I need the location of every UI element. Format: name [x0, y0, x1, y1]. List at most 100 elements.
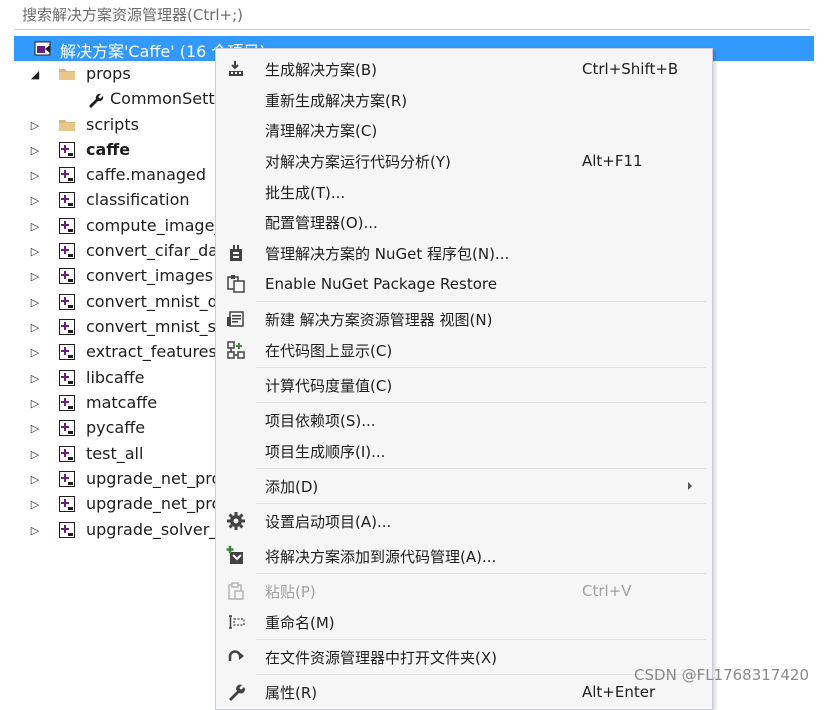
collapsed-arrow-icon[interactable]: ▷	[28, 523, 42, 537]
cpp-project-icon	[59, 192, 75, 208]
menu-item-run-code-analysis[interactable]: 对解决方案运行代码分析(Y) Alt+F11	[216, 146, 712, 176]
menu-item-enable-nuget-restore[interactable]: Enable NuGet Package Restore	[216, 269, 712, 299]
menu-item-show-on-code-map[interactable]: 在代码图上显示(C)	[216, 335, 712, 365]
cpp-project-icon	[59, 218, 75, 234]
tree-item-label: matcaffe	[86, 393, 158, 412]
collapsed-arrow-icon[interactable]: ▷	[28, 472, 42, 486]
collapsed-arrow-icon[interactable]: ▷	[28, 244, 42, 258]
cpp-project-icon	[59, 243, 75, 259]
menu-item-label: 设置启动项目(A)...	[265, 512, 392, 531]
menu-item-label: Enable NuGet Package Restore	[265, 275, 497, 293]
menu-item-label: 重新生成解决方案(R)	[265, 91, 408, 110]
menu-item-label: 新建 解决方案资源管理器 视图(N)	[265, 310, 493, 329]
cpp-project-icon	[59, 420, 75, 436]
wrench-icon	[229, 684, 245, 701]
collapsed-arrow-icon[interactable]: ▷	[28, 219, 42, 233]
cpp-project-icon	[59, 471, 75, 487]
folder-icon	[59, 120, 75, 131]
wrench-icon	[89, 93, 104, 108]
tree-item-label: caffe	[86, 140, 131, 159]
menu-item-label: 清理解决方案(C)	[265, 121, 378, 140]
menu-item-label: 在代码图上显示(C)	[265, 341, 393, 360]
menu-item-add[interactable]: 添加(D)	[216, 471, 712, 501]
source-control-icon	[226, 546, 243, 564]
cpp-project-icon	[59, 395, 75, 411]
menu-item-clean-solution[interactable]: 清理解决方案(C)	[216, 115, 712, 145]
menu-item-shortcut: Alt+F11	[582, 152, 643, 170]
cpp-project-icon	[59, 319, 75, 335]
menu-separator	[256, 639, 706, 640]
menu-item-paste[interactable]: 粘贴(P) Ctrl+V	[216, 576, 712, 606]
menu-item-label: 批生成(T)...	[265, 183, 346, 202]
menu-item-manage-nuget[interactable]: 管理解决方案的 NuGet 程序包(N)...	[216, 238, 712, 268]
menu-item-label: 在文件资源管理器中打开文件夹(X)	[265, 648, 497, 667]
menu-item-batch-build[interactable]: 批生成(T)...	[216, 177, 712, 207]
tree-item-label: convert_cifar_data	[86, 241, 235, 260]
tree-item-label: convert_images	[86, 266, 214, 285]
menu-item-label: 对解决方案运行代码分析(Y)	[265, 152, 451, 171]
nuget-icon	[230, 245, 242, 261]
tree-item-label: libcaffe	[86, 368, 145, 387]
collapsed-arrow-icon[interactable]: ▷	[28, 118, 42, 132]
new-view-icon	[227, 311, 244, 327]
tree-item-label: classification	[86, 190, 190, 209]
collapsed-arrow-icon[interactable]: ▷	[28, 269, 42, 283]
collapsed-arrow-icon[interactable]: ▷	[28, 143, 42, 157]
menu-item-configuration-manager[interactable]: 配置管理器(O)...	[216, 207, 712, 237]
menu-item-build-solution[interactable]: 生成解决方案(B) Ctrl+Shift+B	[216, 54, 712, 84]
menu-item-project-dependencies[interactable]: 项目依赖项(S)...	[216, 405, 712, 435]
collapsed-arrow-icon[interactable]: ▷	[28, 396, 42, 410]
collapsed-arrow-icon[interactable]: ▷	[28, 193, 42, 207]
menu-separator	[256, 367, 706, 368]
menu-item-rename[interactable]: 重命名(M)	[216, 607, 712, 637]
gear-icon	[227, 512, 245, 530]
collapsed-arrow-icon[interactable]: ▷	[28, 447, 42, 461]
collapsed-arrow-icon[interactable]: ▷	[28, 320, 42, 334]
menu-item-label: 计算代码度量值(C)	[265, 376, 393, 395]
menu-item-label: 项目生成顺序(I)...	[265, 442, 386, 461]
tree-item-label: pycaffe	[86, 418, 146, 437]
menu-item-shortcut: Ctrl+V	[582, 582, 632, 600]
cpp-project-icon	[59, 446, 75, 462]
menu-item-label: 粘贴(P)	[265, 582, 316, 601]
menu-item-label: 生成解决方案(B)	[265, 60, 377, 79]
tree-item-label: caffe.managed	[86, 165, 207, 184]
open-folder-icon	[228, 650, 244, 661]
menu-item-calculate-code-metrics[interactable]: 计算代码度量值(C)	[216, 370, 712, 400]
menu-item-project-build-order[interactable]: 项目生成顺序(I)...	[216, 436, 712, 466]
menu-separator	[256, 573, 706, 574]
cpp-project-icon	[59, 142, 75, 158]
menu-item-add-to-source-control[interactable]: 将解决方案添加到源代码管理(A)...	[216, 541, 712, 571]
expanded-arrow-icon[interactable]: ◢	[28, 67, 42, 81]
cpp-project-icon	[59, 370, 75, 386]
tree-item-label: props	[86, 64, 131, 83]
solution-icon	[34, 41, 51, 56]
rename-icon	[229, 615, 245, 629]
menu-item-set-startup-projects[interactable]: 设置启动项目(A)...	[216, 506, 712, 536]
menu-item-label: 重命名(M)	[265, 613, 335, 632]
search-input[interactable]	[22, 5, 810, 24]
menu-item-rebuild-solution[interactable]: 重新生成解决方案(R)	[216, 85, 712, 115]
collapsed-arrow-icon[interactable]: ▷	[28, 295, 42, 309]
submenu-arrow-icon	[688, 482, 692, 490]
cpp-project-icon	[59, 294, 75, 310]
collapsed-arrow-icon[interactable]: ▷	[28, 345, 42, 359]
collapsed-arrow-icon[interactable]: ▷	[28, 168, 42, 182]
menu-item-label: 配置管理器(O)...	[265, 213, 378, 232]
tree-item-label: extract_features	[86, 342, 217, 361]
collapsed-arrow-icon[interactable]: ▷	[28, 497, 42, 511]
menu-item-shortcut: Ctrl+Shift+B	[582, 60, 679, 78]
menu-item-new-explorer-view[interactable]: 新建 解决方案资源管理器 视图(N)	[216, 304, 712, 334]
cpp-project-icon	[59, 522, 75, 538]
collapsed-arrow-icon[interactable]: ▷	[28, 421, 42, 435]
cpp-project-icon	[59, 344, 75, 360]
collapsed-arrow-icon[interactable]: ▷	[28, 371, 42, 385]
menu-item-shortcut: Alt+Enter	[582, 683, 656, 701]
cpp-project-icon	[59, 496, 75, 512]
menu-item-label: 项目依赖项(S)...	[265, 411, 376, 430]
menu-item-label: 属性(R)	[265, 683, 318, 702]
search-box[interactable]	[14, 0, 810, 30]
menu-separator	[256, 468, 706, 469]
cpp-project-icon	[59, 167, 75, 183]
menu-item-label: 添加(D)	[265, 477, 319, 496]
